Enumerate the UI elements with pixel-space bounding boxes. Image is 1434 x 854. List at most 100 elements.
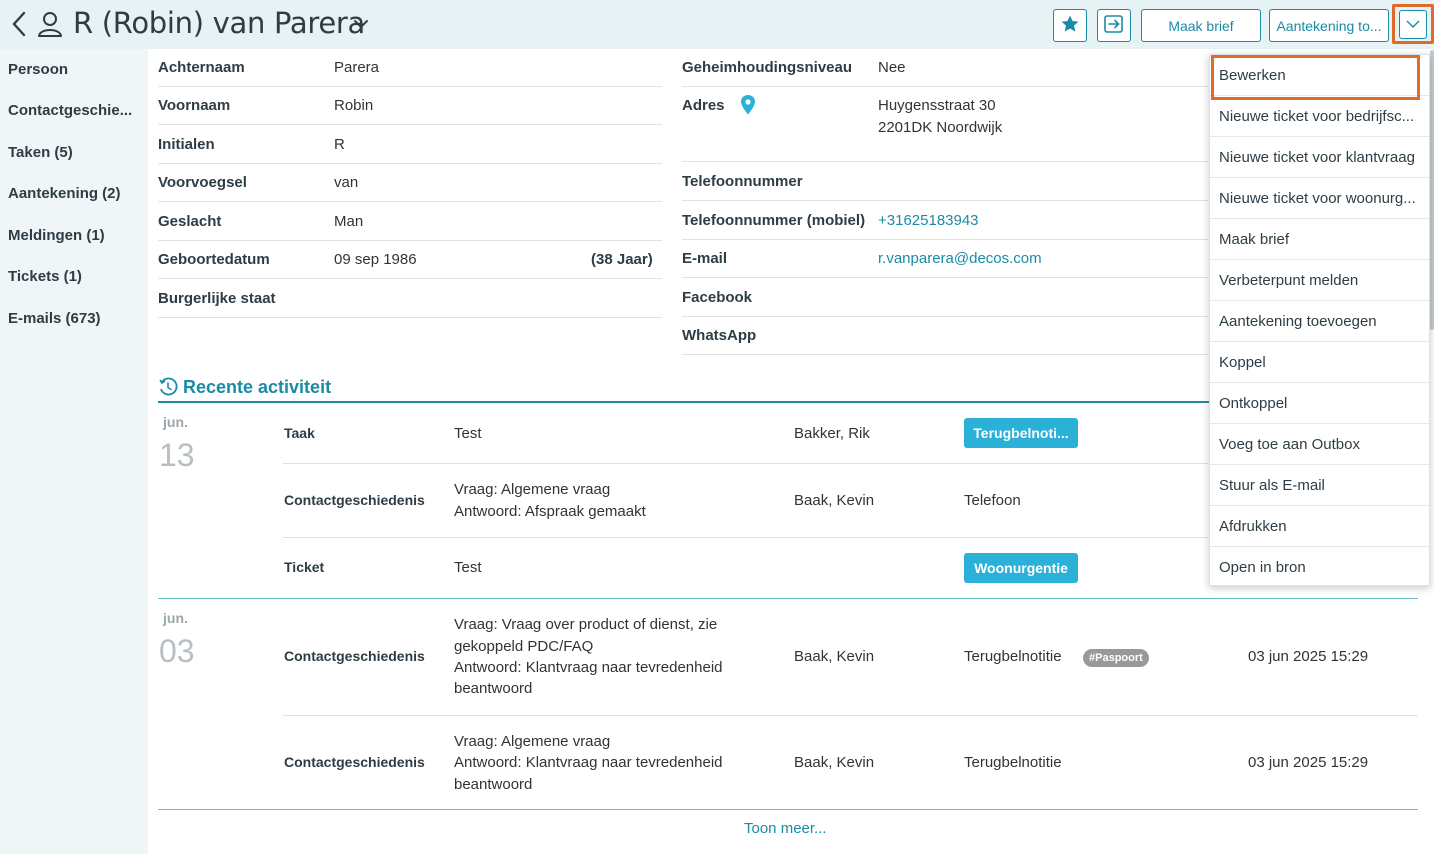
activity-type: Contactgeschiedenis <box>284 648 425 664</box>
date-month: jun. <box>163 610 188 626</box>
field-label: Geboortedatum <box>158 251 270 268</box>
field-label: Geheimhoudingsniveau <box>682 59 853 76</box>
activity-type: Contactgeschiedenis <box>284 492 425 508</box>
menu-item-ticket-bedrijf[interactable]: Nieuwe ticket voor bedrijfsc... <box>1210 96 1429 137</box>
menu-item-stuur-email[interactable]: Stuur als E-mail <box>1210 465 1429 506</box>
chevron-down-icon[interactable] <box>352 16 370 32</box>
favorite-button[interactable] <box>1053 9 1087 42</box>
field-value: Parera <box>334 59 380 76</box>
sidebar-item-contactgeschiedenis[interactable]: Contactgeschie... <box>8 102 142 119</box>
row-divider <box>283 537 1208 538</box>
activity-description-line[interactable]: Antwoord: Klantvraag naar tevredenheid <box>454 657 723 679</box>
activity-type: Contactgeschiedenis <box>284 754 425 770</box>
menu-item-verbeterpunt[interactable]: Verbeterpunt melden <box>1210 260 1429 301</box>
activity-description[interactable]: Test <box>454 557 482 579</box>
activity-description-line[interactable]: Antwoord: Klantvraag naar tevredenheid <box>454 752 723 774</box>
activity-description-line[interactable]: Vraag: Algemene vraag <box>454 479 610 501</box>
row-divider <box>283 463 1208 464</box>
activity-type: Ticket <box>284 559 325 575</box>
field-label: Achternaam <box>158 59 245 76</box>
field-label: Facebook <box>682 289 753 306</box>
email-link[interactable]: r.vanparera@decos.com <box>878 250 1042 267</box>
star-icon <box>1060 14 1080 37</box>
address-line1: Huygensstraat 30 <box>878 97 996 114</box>
menu-item-label: Nieuwe ticket voor bedrijfsc... <box>1219 107 1415 125</box>
menu-item-label: Open in bron <box>1219 559 1306 576</box>
menu-item-label: Aantekening toevoegen <box>1219 312 1377 330</box>
field-label: Geslacht <box>158 213 222 230</box>
menu-item-open-in-bron[interactable]: Open in bron <box>1210 547 1429 588</box>
age-value: (38 Jaar) <box>591 251 653 268</box>
location-pin-icon[interactable] <box>739 94 757 120</box>
activity-date: 03 jun 2025 15:29 <box>1248 754 1369 771</box>
open-external-button[interactable] <box>1097 9 1131 42</box>
make-letter-button[interactable]: Maak brief <box>1141 9 1261 42</box>
sidebar-item-taken[interactable]: Taken (5) <box>8 144 142 161</box>
field-label: Voorvoegsel <box>158 174 247 191</box>
sidebar-item-emails[interactable]: E-mails (673) <box>8 310 142 327</box>
sidebar <box>0 49 148 854</box>
menu-item-label: Nieuwe ticket voor klantvraag <box>1219 148 1415 166</box>
menu-item-aantekening[interactable]: Aantekening toevoegen <box>1210 301 1429 342</box>
sidebar-item-aantekening[interactable]: Aantekening (2) <box>8 185 142 202</box>
menu-item-ticket-klantvraag[interactable]: Nieuwe ticket voor klantvraag <box>1210 137 1429 178</box>
field-row <box>158 87 662 125</box>
page-title: R (Robin) van Parera <box>73 6 365 40</box>
field-value: Nee <box>878 59 906 76</box>
activity-person: Bakker, Rik <box>794 425 870 442</box>
status-badge[interactable]: Woonurgentie <box>964 553 1078 583</box>
sidebar-item-persoon[interactable]: Persoon <box>8 61 142 78</box>
field-label: Voornaam <box>158 97 231 114</box>
show-more-link[interactable]: Toon meer... <box>744 820 827 837</box>
activity-description-line[interactable]: beantwoord <box>454 774 532 796</box>
field-value: Man <box>334 213 364 230</box>
back-icon[interactable] <box>8 10 30 38</box>
exit-icon <box>1103 13 1125 38</box>
activity-description-line[interactable]: Vraag: Vraag over product of dienst, zie <box>454 614 717 636</box>
menu-item-ticket-woonurgentie[interactable]: Nieuwe ticket voor woonurg... <box>1210 178 1429 219</box>
field-row <box>158 203 662 241</box>
group-divider <box>158 809 1418 810</box>
activity-category: Terugbelnotitie <box>964 754 1062 771</box>
address-line2: 2201DK Noordwijk <box>878 119 1003 136</box>
menu-item-outbox[interactable]: Voeg toe aan Outbox <box>1210 424 1429 465</box>
tag-badge: #Paspoort <box>1083 649 1149 667</box>
activity-description-line[interactable]: beantwoord <box>454 678 532 700</box>
sidebar-item-tickets[interactable]: Tickets (1) <box>8 268 142 285</box>
field-value: van <box>334 174 359 191</box>
menu-item-label: Koppel <box>1219 353 1266 371</box>
menu-item-maak-brief[interactable]: Maak brief <box>1210 219 1429 260</box>
menu-item-label: Verbeterpunt melden <box>1219 271 1359 289</box>
field-label: Initialen <box>158 136 215 153</box>
field-label: Telefoonnummer (mobiel) <box>682 212 866 229</box>
field-value: R <box>334 136 345 153</box>
field-row <box>682 279 1208 317</box>
mobile-phone-link[interactable]: +31625183943 <box>878 212 979 229</box>
menu-item-label: Voeg toe aan Outbox <box>1219 435 1360 453</box>
activity-description[interactable]: Test <box>454 423 482 445</box>
field-label: Adres <box>682 97 725 114</box>
activity-description-line[interactable]: gekoppeld PDC/FAQ <box>454 636 593 658</box>
group-divider <box>158 598 1418 599</box>
activity-description-line[interactable]: Antwoord: Afspraak gemaakt <box>454 501 646 523</box>
sidebar-item-meldingen[interactable]: Meldingen (1) <box>8 227 142 244</box>
add-note-button[interactable]: Aantekening to... <box>1269 9 1389 42</box>
activity-type: Taak <box>284 425 315 441</box>
person-icon <box>36 10 64 38</box>
field-label: WhatsApp <box>682 327 757 344</box>
status-badge[interactable]: Terugbelnoti... <box>964 418 1078 448</box>
field-value: Robin <box>334 97 374 114</box>
activity-description-line[interactable]: Vraag: Algemene vraag <box>454 731 610 753</box>
scrollbar[interactable] <box>1430 50 1434 330</box>
menu-item-label: Stuur als E-mail <box>1219 476 1325 494</box>
menu-item-label: Nieuwe ticket voor woonurg... <box>1219 189 1416 207</box>
header-bar: R (Robin) van Parera Maak brief Aanteken… <box>0 0 1434 49</box>
activity-person: Baak, Kevin <box>794 492 875 509</box>
field-value: 09 sep 1986 <box>334 251 417 268</box>
recent-activity-title: Recente activiteit <box>183 377 332 397</box>
menu-item-koppel[interactable]: Koppel <box>1210 342 1429 383</box>
menu-item-afdrukken[interactable]: Afdrukken <box>1210 506 1429 547</box>
field-label: Burgerlijke staat <box>158 290 276 307</box>
menu-item-ontkoppel[interactable]: Ontkoppel <box>1210 383 1429 424</box>
field-label: E-mail <box>682 250 728 267</box>
